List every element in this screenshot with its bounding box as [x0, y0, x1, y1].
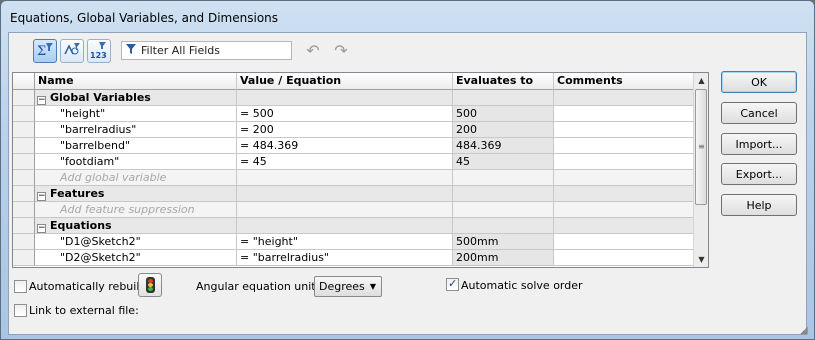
window-title: Equations, Global Variables, and Dimensi…: [10, 11, 279, 25]
section-global-variables[interactable]: − Global Variables: [13, 90, 694, 106]
rebuild-button[interactable]: [138, 273, 162, 297]
angular-units-select[interactable]: Degrees ▼: [314, 276, 382, 297]
section-features[interactable]: − Features: [13, 186, 694, 202]
row-name[interactable]: "barrelradius": [35, 122, 237, 138]
angular-units-value: Degrees: [319, 280, 365, 293]
row-value[interactable]: = 500: [237, 106, 453, 122]
resize-grip-icon[interactable]: ◢: [800, 325, 812, 337]
table-row[interactable]: "footdiam" = 45 45: [13, 154, 694, 170]
column-header-name[interactable]: Name: [35, 73, 237, 90]
import-button[interactable]: Import...: [721, 133, 797, 155]
row-value[interactable]: = "height": [237, 234, 453, 250]
row-name[interactable]: "barrelbend": [35, 138, 237, 154]
chevron-down-icon: ▼: [369, 282, 376, 291]
link-external-label: Link to external file:: [29, 304, 139, 317]
section-title: Global Variables: [50, 91, 151, 104]
table-row[interactable]: "barrelbend" = 484.369 484.369: [13, 138, 694, 154]
equation-view-button[interactable]: Σ: [33, 39, 57, 63]
export-button[interactable]: Export...: [721, 163, 797, 185]
row-evaluates: 45: [453, 154, 554, 170]
row-comment[interactable]: [554, 106, 694, 122]
sketch-equation-icon: [63, 42, 81, 61]
dimension-view-button[interactable]: 123: [87, 39, 111, 63]
filter-icon: [126, 44, 136, 57]
undo-icon[interactable]: ↶: [303, 41, 323, 61]
collapse-icon[interactable]: −: [37, 192, 46, 201]
column-header-value[interactable]: Value / Equation: [237, 73, 453, 90]
help-button[interactable]: Help: [721, 194, 797, 216]
table-row[interactable]: "barrelradius" = 200 200: [13, 122, 694, 138]
collapse-icon[interactable]: −: [37, 224, 46, 233]
add-feature-suppression-placeholder[interactable]: Add feature suppression: [35, 202, 237, 218]
row-comment[interactable]: [554, 234, 694, 250]
cancel-button[interactable]: Cancel: [721, 102, 797, 124]
column-header-evaluates[interactable]: Evaluates to: [453, 73, 554, 90]
equations-grid: Name Value / Equation Evaluates to Comme…: [12, 72, 709, 268]
link-external-checkbox[interactable]: [14, 304, 27, 317]
row-name[interactable]: "height": [35, 106, 237, 122]
svg-text:Σ: Σ: [37, 44, 46, 58]
dialog-window: Equations, Global Variables, and Dimensi…: [0, 0, 815, 340]
table-row[interactable]: "D1@Sketch2" = "height" 500mm: [13, 234, 694, 250]
auto-rebuild-label: Automatically rebuild: [29, 280, 147, 293]
auto-rebuild-checkbox[interactable]: [14, 280, 27, 293]
scroll-thumb[interactable]: ≡: [695, 89, 707, 205]
add-row[interactable]: Add global variable: [13, 170, 694, 186]
redo-icon[interactable]: ↷: [331, 41, 351, 61]
row-comment[interactable]: [554, 138, 694, 154]
row-evaluates: 500mm: [453, 234, 554, 250]
section-equations[interactable]: − Equations: [13, 218, 694, 234]
row-value[interactable]: = 45: [237, 154, 453, 170]
row-evaluates: 500: [453, 106, 554, 122]
row-evaluates: 200mm: [453, 250, 554, 266]
title-bar[interactable]: Equations, Global Variables, and Dimensi…: [1, 1, 814, 33]
row-comment[interactable]: [554, 122, 694, 138]
ok-button[interactable]: OK: [721, 71, 797, 93]
row-value[interactable]: = "barrelradius": [237, 250, 453, 266]
filter-field[interactable]: Filter All Fields: [121, 41, 292, 60]
add-row[interactable]: Add feature suppression: [13, 202, 694, 218]
section-title: Features: [50, 187, 105, 200]
dimension-123-icon: 123: [89, 41, 109, 62]
sketch-equation-view-button[interactable]: [60, 39, 84, 63]
auto-solve-order-checkbox[interactable]: [446, 277, 459, 291]
svg-text:123: 123: [90, 51, 107, 59]
row-value[interactable]: = 484.369: [237, 138, 453, 154]
row-comment[interactable]: [554, 154, 694, 170]
row-evaluates: 484.369: [453, 138, 554, 154]
scroll-up-icon[interactable]: ▲: [694, 73, 708, 88]
table-row[interactable]: "height" = 500 500: [13, 106, 694, 122]
sigma-filter-icon: Σ: [36, 42, 54, 61]
auto-solve-order-label: Automatic solve order: [461, 279, 583, 292]
select-all-corner[interactable]: [13, 73, 35, 90]
scroll-down-icon[interactable]: ▼: [694, 252, 708, 267]
row-name[interactable]: "footdiam": [35, 154, 237, 170]
row-comment[interactable]: [554, 250, 694, 266]
table-row[interactable]: "D2@Sketch2" = "barrelradius" 200mm: [13, 250, 694, 266]
filter-placeholder: Filter All Fields: [141, 44, 220, 57]
grid-header: Name Value / Equation Evaluates to Comme…: [13, 73, 694, 90]
column-header-comments[interactable]: Comments: [554, 73, 694, 90]
section-title: Equations: [50, 219, 112, 232]
row-evaluates: 200: [453, 122, 554, 138]
collapse-icon[interactable]: −: [37, 96, 46, 105]
angular-units-label: Angular equation units:: [196, 280, 326, 293]
vertical-scrollbar[interactable]: ▲ ≡ ▼: [693, 73, 708, 267]
row-name[interactable]: "D2@Sketch2": [35, 250, 237, 266]
add-global-variable-placeholder[interactable]: Add global variable: [35, 170, 237, 186]
row-value[interactable]: = 200: [237, 122, 453, 138]
row-name[interactable]: "D1@Sketch2": [35, 234, 237, 250]
